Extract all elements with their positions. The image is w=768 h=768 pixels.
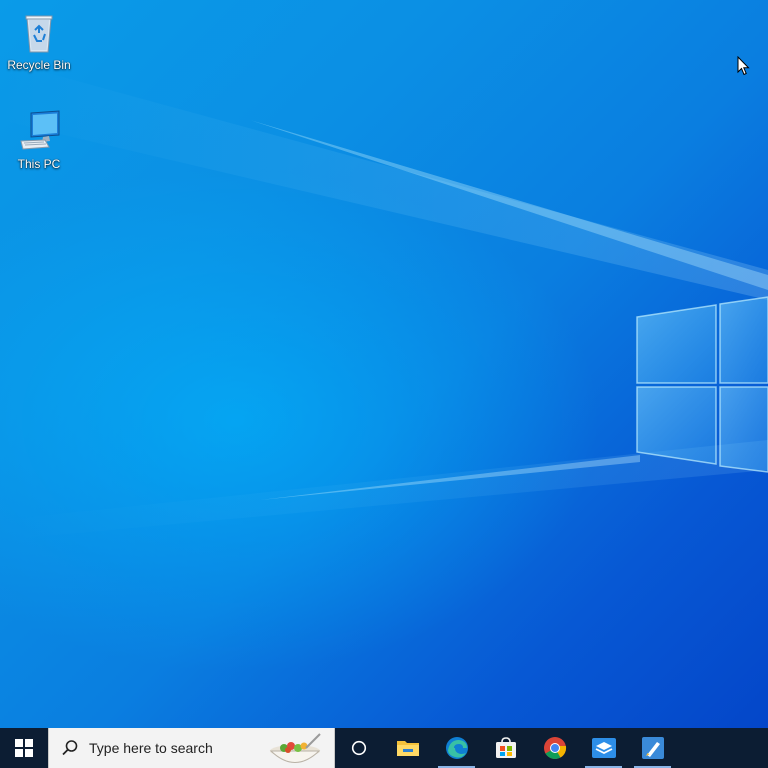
search-placeholder: Type here to search xyxy=(89,740,213,756)
mouse-pointer-icon xyxy=(737,56,750,76)
file-explorer-icon xyxy=(396,741,419,756)
wallpaper-light-beams xyxy=(0,60,768,540)
search-icon xyxy=(62,740,78,756)
search-box[interactable]: Type here to search xyxy=(48,728,335,768)
desktop-icon-recycle-bin[interactable]: Recycle Bin xyxy=(1,8,77,72)
taskbar-app-paint[interactable] xyxy=(628,728,677,768)
start-button[interactable] xyxy=(0,728,48,768)
salad-bowl-icon[interactable] xyxy=(266,730,324,766)
desktop-icon-label: This PC xyxy=(17,157,61,171)
cortana-circle-icon xyxy=(351,740,367,756)
microsoft-store-icon xyxy=(495,737,516,758)
edge-icon xyxy=(445,737,468,759)
taskbar: Type here to search xyxy=(0,728,768,768)
app-box-icon xyxy=(591,738,616,758)
computer-icon xyxy=(20,110,60,150)
taskbar-app-chrome[interactable] xyxy=(530,728,579,768)
task-view-button[interactable] xyxy=(335,728,383,768)
taskbar-app-edge[interactable] xyxy=(432,728,481,768)
chrome-icon xyxy=(543,737,566,759)
taskbar-app-file-explorer[interactable] xyxy=(383,728,432,768)
desktop[interactable]: Recycle Bin This PC xyxy=(0,0,768,728)
desktop-icon-label: Recycle Bin xyxy=(7,58,71,72)
taskbar-app-store[interactable] xyxy=(481,728,530,768)
paint-icon xyxy=(641,737,664,759)
desktop-icon-this-pc[interactable]: This PC xyxy=(1,107,77,171)
taskbar-app-box[interactable] xyxy=(579,728,628,768)
windows-logo-icon xyxy=(15,739,33,757)
recycle-bin-icon xyxy=(25,15,53,53)
